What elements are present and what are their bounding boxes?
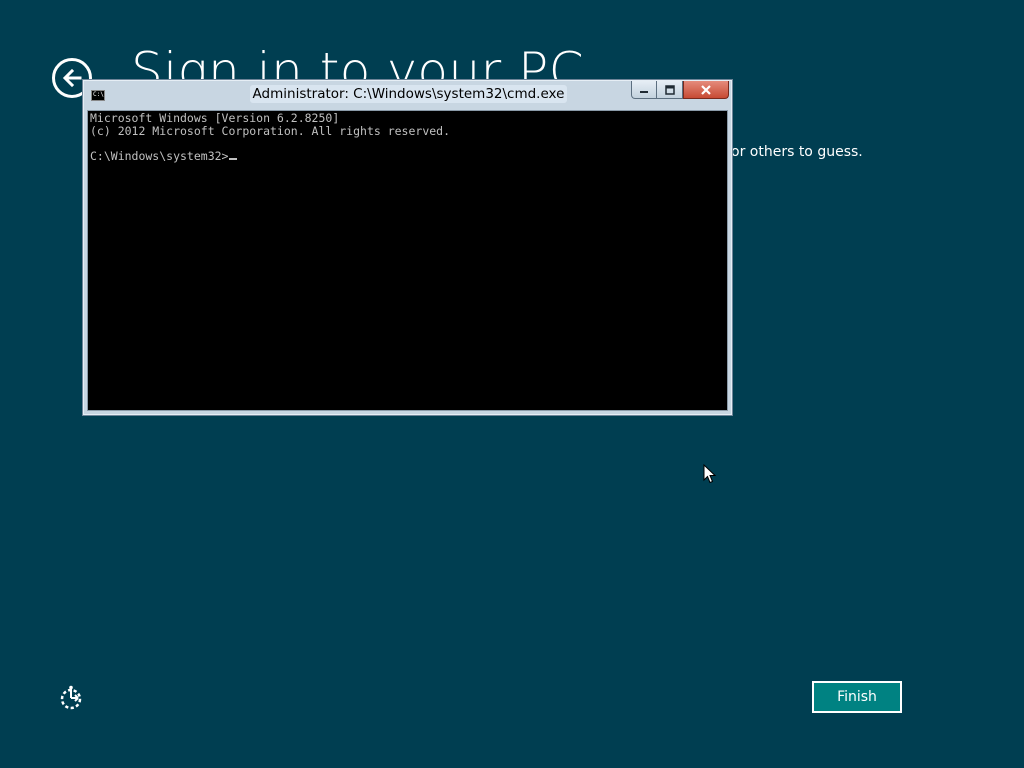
maximize-button[interactable] [657,81,683,99]
maximize-icon [664,84,675,95]
cmd-titlebar[interactable]: C:\ Administrator: C:\Windows\system32\c… [83,80,732,108]
close-icon [701,84,711,95]
console-line: (c) 2012 Microsoft Corporation. All righ… [90,123,451,138]
cmd-window-title-text: Administrator: C:\Windows\system32\cmd.e… [249,85,568,103]
mouse-pointer-icon [703,464,717,484]
console-prompt-line: C:\Windows\system32> [90,148,727,163]
cmd-window[interactable]: C:\ Administrator: C:\Windows\system32\c… [82,79,733,416]
finish-button[interactable]: Finish [812,681,902,713]
console-prompt: C:\Windows\system32> [90,148,229,163]
page-description-text: or others to guess. [731,144,863,160]
minimize-icon [640,90,648,93]
ease-of-access-icon[interactable] [59,685,85,711]
console-line: Microsoft Windows [Version 6.2.8250] [90,111,340,125]
cmd-console[interactable]: Microsoft Windows [Version 6.2.8250] (c)… [87,110,728,411]
back-arrow-icon [62,68,82,88]
cmd-app-icon[interactable]: C:\ [91,90,105,101]
close-button[interactable] [683,81,729,99]
text-cursor [229,157,238,160]
minimize-button[interactable] [631,81,657,99]
